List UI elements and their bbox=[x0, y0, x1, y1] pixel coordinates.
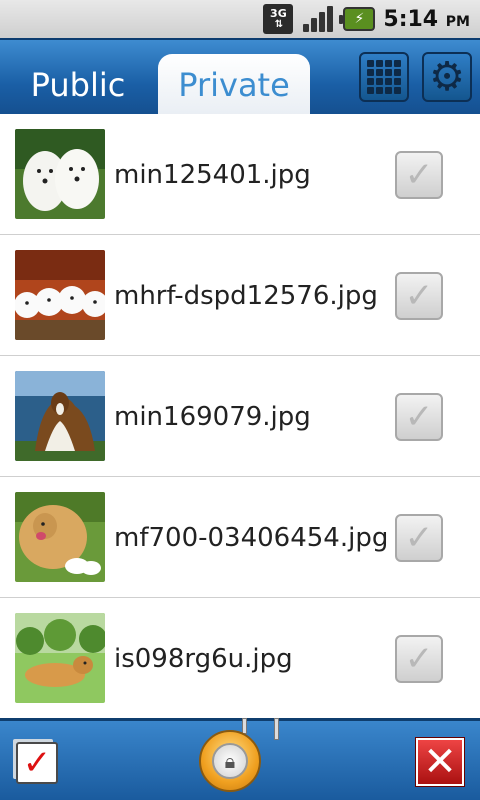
file-name: is098rg6u.jpg bbox=[114, 643, 293, 674]
image-thumbnail bbox=[15, 250, 105, 340]
file-checkbox[interactable]: ✓ bbox=[395, 514, 443, 562]
list-item[interactable]: min125401.jpg ✓ bbox=[0, 114, 480, 235]
close-button[interactable]: ✕ bbox=[415, 737, 465, 787]
grid-view-button[interactable] bbox=[359, 52, 409, 102]
network-type-label: 3G bbox=[270, 7, 287, 20]
list-item[interactable]: is098rg6u.jpg ✓ bbox=[0, 598, 480, 719]
close-icon: ✕ bbox=[423, 739, 457, 785]
image-thumbnail bbox=[15, 613, 105, 703]
file-name: min125401.jpg bbox=[114, 159, 311, 190]
file-name: min169079.jpg bbox=[114, 401, 311, 432]
divider-handle bbox=[274, 718, 279, 740]
select-all-checkbox-icon: ✓ bbox=[22, 743, 52, 783]
signal-strength-icon bbox=[301, 4, 335, 34]
ampm-text: PM bbox=[445, 13, 470, 30]
battery-charging-icon: ⚡ bbox=[339, 7, 376, 31]
list-item[interactable]: min169079.jpg ✓ bbox=[0, 356, 480, 477]
file-checkbox[interactable]: ✓ bbox=[395, 151, 443, 199]
gear-icon: ⚙ bbox=[429, 54, 465, 100]
image-thumbnail bbox=[15, 129, 105, 219]
file-checkbox[interactable]: ✓ bbox=[395, 635, 443, 683]
select-all-button[interactable]: ✓ bbox=[16, 742, 58, 784]
file-name: mhrf-dspd12576.jpg bbox=[114, 280, 378, 311]
tab-header: Public Private ⚙ bbox=[0, 38, 480, 116]
time-text: 5:14 bbox=[383, 6, 439, 32]
tab-public[interactable]: Public bbox=[10, 54, 146, 116]
file-list: min125401.jpg ✓ mhrf-dspd12576.jpg ✓ min… bbox=[0, 114, 480, 719]
lock-icon: 🔒︎ bbox=[212, 743, 248, 779]
image-thumbnail bbox=[15, 492, 105, 582]
image-thumbnail bbox=[15, 371, 105, 461]
network-3g-icon: 3G ⇅ bbox=[263, 4, 294, 34]
file-checkbox[interactable]: ✓ bbox=[395, 393, 443, 441]
status-time: 5:14 PM bbox=[383, 7, 470, 32]
tab-private[interactable]: Private bbox=[158, 54, 310, 116]
grid-view-icon bbox=[367, 60, 401, 94]
lock-button[interactable]: 🔒︎ bbox=[199, 730, 261, 792]
file-checkbox[interactable]: ✓ bbox=[395, 272, 443, 320]
file-name: mf700-03406454.jpg bbox=[114, 522, 389, 553]
settings-button[interactable]: ⚙ bbox=[422, 52, 472, 102]
list-item[interactable]: mf700-03406454.jpg ✓ bbox=[0, 477, 480, 598]
list-item[interactable]: mhrf-dspd12576.jpg ✓ bbox=[0, 235, 480, 356]
divider-handle bbox=[242, 718, 247, 734]
status-bar: 3G ⇅ ⚡ 5:14 PM bbox=[0, 0, 480, 38]
